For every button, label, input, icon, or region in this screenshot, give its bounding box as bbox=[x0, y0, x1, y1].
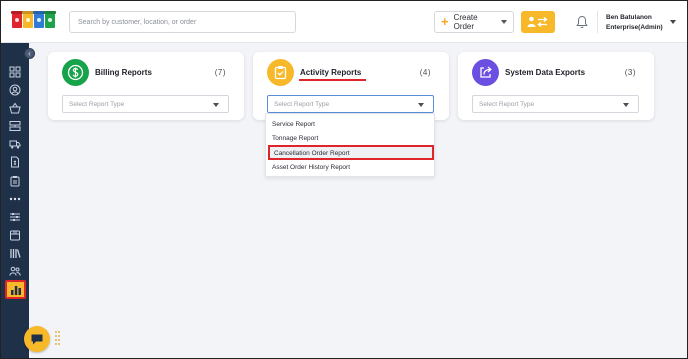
inventory-icon[interactable] bbox=[9, 120, 21, 132]
header-divider bbox=[597, 11, 598, 33]
clipboard-icon bbox=[267, 59, 294, 86]
dropdown-option-service-report[interactable]: Service Report bbox=[266, 117, 434, 132]
card-title: Activity Reports bbox=[300, 68, 362, 77]
search-input[interactable]: Search by customer, location, or order bbox=[69, 11, 296, 33]
dropdown-option-cancellation-order-report[interactable]: Cancellation Order Report bbox=[268, 145, 434, 160]
more-icon[interactable] bbox=[9, 193, 21, 205]
card-title: System Data Exports bbox=[505, 68, 586, 77]
report-type-select[interactable]: Select Report Type bbox=[472, 95, 639, 113]
select-placeholder: Select Report Type bbox=[479, 101, 535, 108]
user-menu-chevron-icon[interactable] bbox=[670, 20, 676, 24]
report-count: (4) bbox=[419, 68, 431, 77]
report-type-dropdown: Service Report Tonnage Report Cancellati… bbox=[265, 113, 435, 177]
drag-handle[interactable] bbox=[55, 331, 60, 345]
app-window: Search by customer, location, or order +… bbox=[0, 0, 688, 359]
activity-reports-card: Activity Reports (4) Select Report Type bbox=[253, 52, 449, 120]
dollar-icon bbox=[62, 59, 89, 86]
top-header: Search by customer, location, or order +… bbox=[1, 1, 687, 43]
system-data-exports-card: System Data Exports (3) Select Report Ty… bbox=[458, 52, 654, 120]
users-icon[interactable] bbox=[9, 265, 21, 277]
select-placeholder: Select Report Type bbox=[69, 101, 125, 108]
report-type-select[interactable]: Select Report Type bbox=[62, 95, 229, 113]
reports-nav-item[interactable] bbox=[5, 280, 26, 299]
basket-icon[interactable] bbox=[9, 102, 21, 114]
chevron-down-icon bbox=[418, 103, 424, 107]
chevron-down-icon bbox=[213, 103, 219, 107]
settings-sliders-icon[interactable] bbox=[9, 211, 21, 223]
app-logo[interactable] bbox=[12, 13, 55, 28]
dashboard-icon[interactable] bbox=[9, 66, 21, 78]
plus-icon: + bbox=[441, 14, 449, 29]
user-org: Enterprise(Admin) bbox=[606, 24, 663, 31]
report-type-select[interactable]: Select Report Type bbox=[267, 95, 434, 113]
logo-bin-green bbox=[45, 13, 55, 28]
chat-bubble-icon bbox=[31, 334, 43, 344]
customer-icon[interactable] bbox=[9, 84, 21, 96]
card-title: Billing Reports bbox=[95, 68, 152, 77]
logo-bin-red bbox=[12, 13, 22, 28]
package-icon[interactable] bbox=[9, 229, 21, 241]
user-swap-icon bbox=[527, 16, 548, 28]
create-order-button[interactable]: + Create Order bbox=[434, 11, 514, 33]
logo-bin-blue bbox=[34, 13, 44, 28]
logo-bin-yellow bbox=[23, 13, 33, 28]
report-count: (7) bbox=[214, 68, 226, 77]
dropdown-option-asset-order-history-report[interactable]: Asset Order History Report bbox=[266, 160, 434, 175]
chevron-down-icon bbox=[501, 20, 507, 24]
billing-reports-card: Billing Reports (7) Select Report Type bbox=[48, 52, 244, 120]
switch-account-button[interactable] bbox=[521, 11, 555, 33]
title-highlight-underline bbox=[299, 79, 366, 81]
create-order-label: Create Order bbox=[453, 13, 478, 31]
share-icon bbox=[472, 59, 499, 86]
bar-chart-icon bbox=[10, 285, 21, 295]
report-count: (3) bbox=[624, 68, 636, 77]
collapse-sidebar-button[interactable]: ‹ bbox=[24, 48, 35, 59]
chevron-down-icon bbox=[623, 103, 629, 107]
invoice-icon[interactable] bbox=[9, 156, 21, 168]
bell-icon[interactable] bbox=[576, 15, 588, 29]
library-icon[interactable] bbox=[9, 247, 21, 259]
truck-icon[interactable] bbox=[9, 138, 21, 150]
select-placeholder: Select Report Type bbox=[274, 101, 330, 108]
chat-button[interactable] bbox=[24, 326, 50, 352]
orders-icon[interactable] bbox=[9, 175, 21, 187]
dropdown-option-tonnage-report[interactable]: Tonnage Report bbox=[266, 131, 434, 146]
